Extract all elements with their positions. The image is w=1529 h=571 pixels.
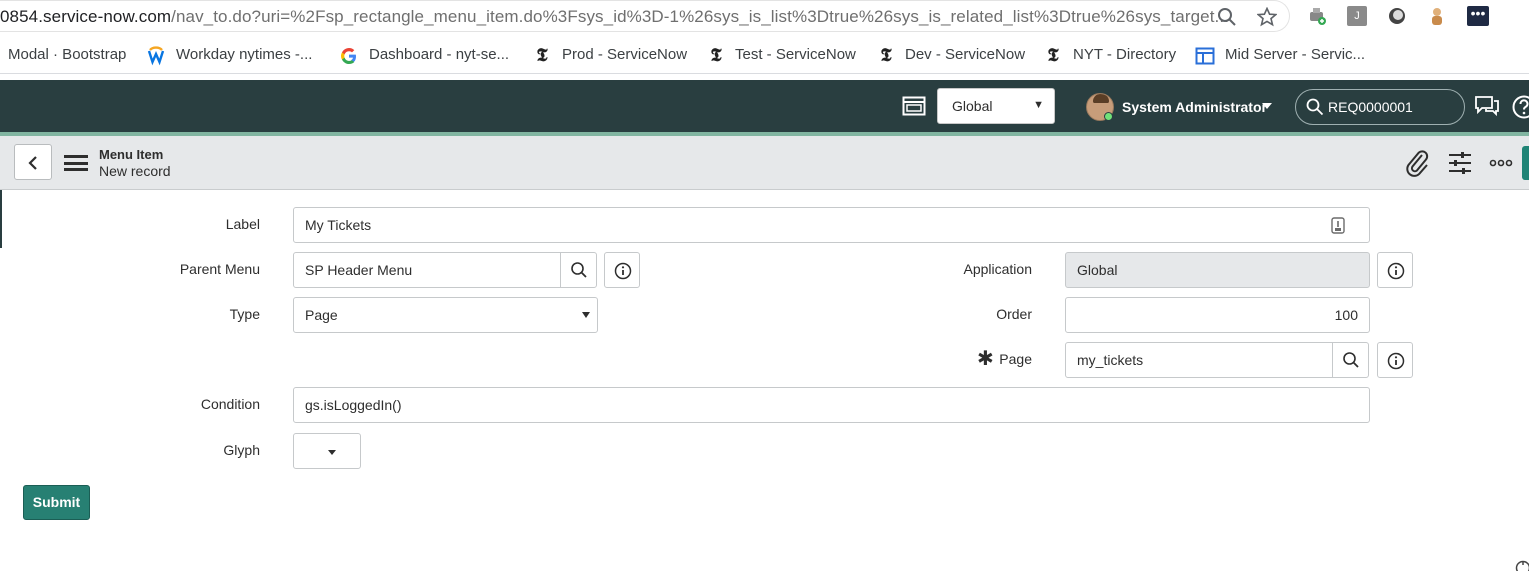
caret-down-icon: ▼ <box>1033 99 1044 111</box>
user-menu-name[interactable]: System Administrator <box>1122 99 1267 115</box>
personalize-form-icon[interactable] <box>1447 150 1473 176</box>
bookmark-modal-bootstrap[interactable]: Modal · Bootstrap <box>8 46 126 63</box>
type-value: Page <box>305 307 338 323</box>
extension-j-label: J <box>1354 10 1360 22</box>
form-header <box>0 136 1529 190</box>
record-subtitle: New record <box>99 163 171 179</box>
workday-icon <box>147 46 165 66</box>
address-bar[interactable]: 0854.service-now.com/nav_to.do?uri=%2Fsp… <box>0 0 1290 32</box>
condition-input[interactable]: gs.isLoggedIn() <box>293 387 1370 423</box>
bookmark-test[interactable]: Test - ServiceNow <box>735 46 856 63</box>
url-text: 0854.service-now.com/nav_to.do?uri=%2Fsp… <box>0 7 1229 27</box>
parent-menu-value: SP Header Menu <box>305 262 413 278</box>
label-input[interactable]: My Tickets <box>293 207 1370 243</box>
more-options-icon[interactable] <box>1489 159 1513 167</box>
bookmark-mid-server[interactable]: Mid Server - Servic... <box>1225 46 1365 63</box>
url-host: 0854.service-now.com <box>0 7 172 26</box>
parent-menu-lookup-button[interactable] <box>560 253 596 287</box>
order-input[interactable]: 100 <box>1065 297 1370 333</box>
extension-printer-icon[interactable] <box>1307 6 1327 26</box>
bookmarks-bar: Modal · Bootstrap Workday nytimes -... D… <box>0 38 1529 74</box>
global-search[interactable]: REQ0000001 <box>1295 89 1465 125</box>
label-input-value: My Tickets <box>305 217 372 233</box>
search-icon <box>571 262 587 278</box>
application-field: Global <box>1065 252 1370 288</box>
star-icon[interactable] <box>1257 7 1277 27</box>
glyph-label: Glyph <box>223 442 260 458</box>
label-field-label: Label <box>225 216 260 232</box>
google-icon <box>341 48 356 64</box>
info-icon <box>614 262 632 280</box>
info-icon <box>1387 262 1405 280</box>
application-info-button[interactable] <box>1377 252 1413 288</box>
help-icon[interactable] <box>1512 95 1529 119</box>
submit-button[interactable]: Submit <box>23 485 90 520</box>
window-icon <box>1195 47 1215 65</box>
bookmark-prod[interactable]: Prod - ServiceNow <box>562 46 687 63</box>
bookmark-workday[interactable]: Workday nytimes -... <box>176 46 312 63</box>
extension-j-icon[interactable]: J <box>1347 6 1367 26</box>
user-menu-caret-icon[interactable] <box>1262 103 1272 109</box>
page-lookup-button[interactable] <box>1332 343 1368 377</box>
nyt-icon: 𝕿 <box>880 45 892 66</box>
presence-dot <box>1104 112 1113 121</box>
extension-dots-icon[interactable]: ••• <box>1467 6 1489 26</box>
scroll-indicator-icon <box>1515 560 1529 571</box>
glyph-picker[interactable] <box>293 433 361 469</box>
scope-value: Global <box>952 98 993 114</box>
condition-label: Condition <box>200 396 260 412</box>
bookmark-dev[interactable]: Dev - ServiceNow <box>905 46 1025 63</box>
record-title: Menu Item <box>99 147 164 162</box>
extension-figure-icon[interactable] <box>1427 6 1447 26</box>
order-value: 100 <box>1334 307 1358 323</box>
type-select[interactable]: Page <box>293 297 598 333</box>
parent-menu-info-button[interactable] <box>604 252 640 288</box>
parent-menu-input[interactable]: SP Header Menu <box>293 252 597 288</box>
search-icon <box>1306 98 1324 116</box>
nyt-icon: 𝕿 <box>1047 45 1059 66</box>
back-button[interactable] <box>14 144 52 180</box>
page-info-button[interactable] <box>1377 342 1413 378</box>
bookmark-directory[interactable]: NYT - Directory <box>1073 46 1176 63</box>
header-submit-button[interactable] <box>1522 146 1529 180</box>
nyt-icon: 𝕿 <box>536 45 548 66</box>
parent-menu-label: Parent Menu <box>179 261 260 277</box>
application-label: Application <box>963 261 1033 277</box>
search-icon <box>1343 352 1359 368</box>
page-input[interactable]: my_tickets <box>1065 342 1369 378</box>
url-path: /nav_to.do?uri=%2Fsp_rectangle_menu_item… <box>171 7 1230 26</box>
browser-url-bar: 0854.service-now.com/nav_to.do?uri=%2Fsp… <box>0 0 1529 34</box>
caret-down-icon <box>328 450 336 455</box>
bookmark-dashboard[interactable]: Dashboard - nyt-se... <box>369 46 509 63</box>
page-value: my_tickets <box>1077 352 1144 368</box>
extension-circle-icon[interactable] <box>1387 6 1407 26</box>
scope-select[interactable]: Global ▼ <box>937 88 1055 124</box>
application-value: Global <box>1077 262 1118 278</box>
context-menu-icon[interactable] <box>64 155 88 171</box>
info-icon <box>1387 352 1405 370</box>
application-picker-icon[interactable] <box>902 96 926 116</box>
translate-icon[interactable] <box>1331 217 1345 234</box>
page-label: Page <box>999 351 1032 367</box>
connect-chat-icon[interactable] <box>1474 95 1500 117</box>
left-edge-bar <box>0 190 2 248</box>
order-label: Order <box>996 306 1032 322</box>
type-label: Type <box>229 306 260 322</box>
zoom-icon[interactable] <box>1217 7 1237 27</box>
global-search-input[interactable]: REQ0000001 <box>1328 99 1413 115</box>
paperclip-icon[interactable] <box>1405 149 1431 177</box>
chevron-left-icon <box>28 156 37 170</box>
caret-down-icon <box>582 312 590 318</box>
condition-value: gs.isLoggedIn() <box>305 397 402 413</box>
nyt-icon: 𝕿 <box>710 45 722 66</box>
